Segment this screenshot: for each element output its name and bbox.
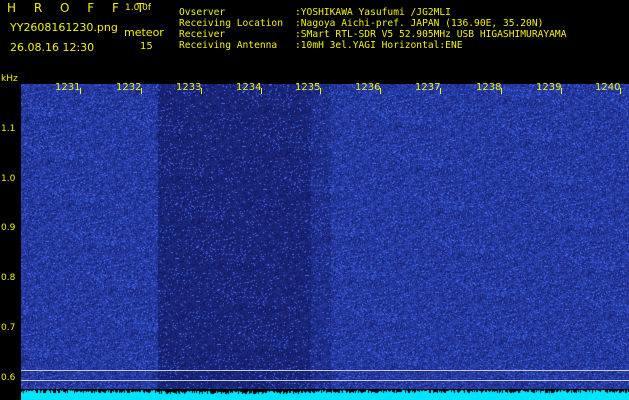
info-label: Receiving Antenna [179,40,278,51]
x-tick: 1240 [595,82,621,93]
signal-level-bar [21,389,629,400]
x-tick-mark [80,88,81,94]
x-tick-mark [380,88,381,94]
x-tick-mark [320,88,321,94]
reference-line-upper [21,370,629,371]
info-label: Ovserver [179,7,226,18]
x-tick: 1238 [476,82,502,93]
reference-line-lower [21,380,629,381]
info-label: Receiver [179,29,226,40]
info-value: :SMart RTL-SDR V5 52.905MHz USB HIGASHIM… [295,29,567,40]
y-tick: 0.8 [1,273,16,283]
hrofft-window: H R O F F T 1.0.0f YY2608161230.png 26.0… [0,0,629,400]
mode-label: meteor [124,26,164,39]
y-tick: 1.0 [1,174,16,184]
info-antenna: Receiving Antenna :10mH 3el.YAGI Horizont… [179,41,463,51]
x-tick: 1234 [236,82,262,93]
meteor-count: 15 [140,41,153,52]
x-tick: 1231 [55,82,81,93]
x-tick: 1233 [176,82,202,93]
y-axis-unit: kHz [1,74,18,84]
x-tick: 1239 [536,82,562,93]
x-tick: 1236 [355,82,381,93]
x-tick-mark [440,88,441,94]
x-tick: 1237 [415,82,441,93]
x-tick: 1232 [116,82,142,93]
app-version: 1.0.0f [125,3,152,13]
y-tick: 1.1 [1,124,16,134]
info-value: :YOSHIKAWA Yasufumi /JG2MLI [295,7,451,18]
x-tick-mark [141,88,142,94]
spectrogram [21,84,629,389]
y-tick: 0.9 [1,223,16,233]
info-location: Receiving Location :Nagoya Aichi-pref. JA… [179,19,543,29]
x-tick-mark [620,88,621,94]
x-tick-mark [501,88,502,94]
file-name: YY2608161230.png [10,21,118,34]
info-value: :Nagoya Aichi-pref. JAPAN (136.90E, 35.2… [295,18,544,29]
x-tick: 1235 [295,82,321,93]
x-tick-mark [201,88,202,94]
y-tick: 0.7 [1,323,16,333]
info-receiver: Receiver :SMart RTL-SDR V5 52.905MHz USB … [179,30,566,40]
capture-datetime: 26.08.16 12:30 [10,41,95,54]
x-tick-mark [261,88,262,94]
y-tick: 0.6 [1,373,16,383]
x-tick-mark [561,88,562,94]
info-value: :10mH 3el.YAGI Horizontal:ENE [295,40,463,51]
info-observer: Ovserver :YOSHIKAWA Yasufumi /JG2MLI [179,8,451,18]
info-label: Receiving Location [179,18,283,29]
